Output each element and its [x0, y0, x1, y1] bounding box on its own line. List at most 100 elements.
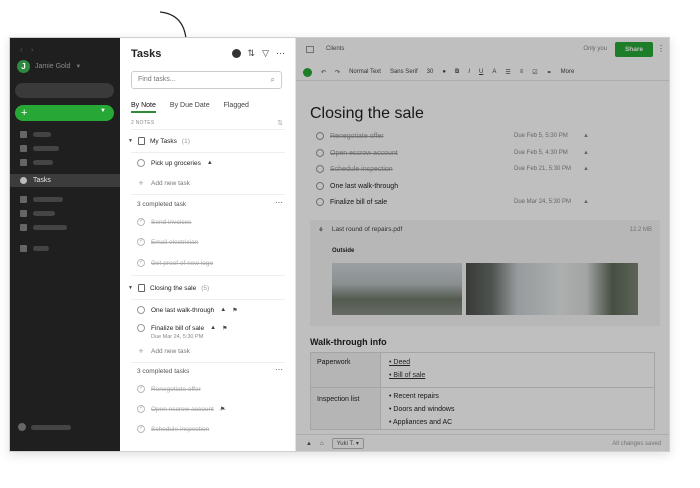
task-item[interactable]: Renegotiate offer	[137, 384, 201, 393]
editor-task[interactable]: Renegotiate offer Due Feb 5, 5:30 PM ▲	[316, 132, 646, 140]
task-due-date: Due Mar 24, 5:30 PM	[514, 199, 572, 205]
sidebar-search[interactable]	[15, 83, 114, 98]
sidebar-item-notebooks[interactable]	[10, 193, 120, 206]
more-icon[interactable]: ⋯	[275, 365, 283, 374]
add-task-button[interactable]: + Add new task	[137, 346, 190, 356]
task-checkbox[interactable]	[316, 182, 324, 190]
editor-task[interactable]: Finalize bill of sale Due Mar 24, 5:30 P…	[316, 198, 646, 206]
task-group-my-tasks[interactable]: ▼ My Tasks (1)	[128, 137, 190, 145]
font-select[interactable]: Sans Serif	[390, 69, 418, 75]
task-checkbox[interactable]	[137, 324, 145, 332]
tab-flagged[interactable]: Flagged	[224, 102, 249, 113]
undo-icon[interactable]: ↶	[321, 69, 326, 76]
assign-icon[interactable]	[231, 48, 241, 58]
expand-icon[interactable]	[306, 45, 314, 53]
divider	[131, 194, 285, 195]
task-checkbox[interactable]	[316, 149, 324, 157]
checklist-icon[interactable]: ☑	[532, 69, 537, 76]
task-group-closing-the-sale[interactable]: ▼ Closing the sale (5)	[128, 284, 209, 292]
sidebar-item-home[interactable]	[10, 128, 120, 141]
add-task-button[interactable]: + Add new task	[137, 179, 190, 188]
task-checkbox[interactable]	[137, 404, 145, 413]
share-button[interactable]: Share	[615, 42, 653, 57]
insert-icon[interactable]	[303, 67, 312, 77]
underline-icon[interactable]: U	[479, 69, 483, 75]
notebook-breadcrumb[interactable]: Clients	[326, 46, 344, 52]
text-style-select[interactable]: Normal Text	[349, 69, 381, 75]
completed-toggle[interactable]: 3 completed tasks	[137, 368, 189, 375]
task-item[interactable]: Email electrician	[137, 237, 198, 246]
people-icon	[20, 224, 27, 231]
note-title[interactable]: Closing the sale	[310, 105, 424, 123]
plus-icon: +	[138, 346, 144, 356]
bullet-list-icon[interactable]: ☰	[505, 69, 510, 76]
italic-icon[interactable]: I	[468, 69, 470, 75]
editor-task[interactable]: One last walk-through	[316, 182, 646, 190]
task-checkbox[interactable]	[137, 384, 145, 393]
table-cell: Inspection list	[311, 388, 381, 429]
bold-icon[interactable]: B	[455, 69, 459, 75]
redo-icon[interactable]: ↷	[335, 69, 340, 76]
sort-icon[interactable]: ⇅	[277, 119, 283, 127]
more-formatting[interactable]: More	[561, 69, 575, 75]
search-input[interactable]: Find tasks... ⌕	[131, 71, 282, 89]
sidebar-item-tags[interactable]	[10, 207, 120, 220]
task-item[interactable]: Send invoices	[137, 217, 191, 226]
task-checkbox[interactable]	[316, 165, 324, 173]
task-item[interactable]: Open escrow account ⚑	[137, 404, 225, 413]
task-checkbox[interactable]	[137, 258, 145, 267]
task-checkbox[interactable]	[137, 424, 145, 433]
tag-icon[interactable]: ⌂	[320, 441, 324, 447]
task-item[interactable]: Get proof of new logo	[137, 258, 213, 267]
completed-toggle[interactable]: 3 completed task	[137, 201, 186, 208]
task-label: One last walk-through	[151, 306, 215, 314]
task-item[interactable]: One last walk-through ▲ ⚑	[137, 306, 238, 314]
link-icon[interactable]: ⚭	[547, 69, 552, 76]
more-icon[interactable]: ⋯	[275, 198, 283, 207]
sidebar-item-notes[interactable]	[10, 156, 120, 169]
more-icon[interactable]: ⋮	[657, 44, 665, 53]
task-checkbox[interactable]	[137, 306, 145, 314]
sidebar-item-trash[interactable]	[10, 242, 120, 255]
font-size-select[interactable]: 30	[427, 69, 434, 75]
table-link[interactable]: • Bill of sale	[389, 372, 425, 379]
filter-icon[interactable]: ▽	[262, 48, 269, 58]
more-icon[interactable]: ⋯	[276, 48, 285, 58]
table-link[interactable]: • Deed	[389, 359, 410, 366]
reminder-icon[interactable]: ▲	[306, 441, 312, 447]
sidebar-item-shortcuts[interactable]	[10, 142, 120, 155]
editor-task[interactable]: Schedule inspection Due Feb 21, 5:30 PM …	[316, 165, 646, 173]
tab-by-due-date[interactable]: By Due Date	[170, 102, 210, 113]
color-icon[interactable]: ●	[442, 69, 446, 75]
task-label: Open escrow account	[330, 149, 398, 157]
divider	[131, 275, 285, 276]
pdf-attachment[interactable]: ⚘ Last round of repairs.pdf 12.2 MB Outs…	[310, 220, 660, 326]
task-checkbox[interactable]	[137, 217, 145, 226]
highlight-icon[interactable]: A	[492, 69, 496, 75]
task-checkbox[interactable]	[137, 159, 145, 167]
note-icon	[137, 137, 145, 145]
user-menu[interactable]: J Jamie Gold ▼	[17, 60, 81, 73]
task-item[interactable]: Finalize bill of sale ▲ ⚑	[137, 324, 227, 332]
task-checkbox[interactable]	[316, 132, 324, 140]
sidebar-footer[interactable]	[18, 422, 114, 432]
editor-task[interactable]: Open escrow account Due Feb 5, 4:30 PM ▲	[316, 149, 646, 157]
window-controls[interactable]: ‹ ›	[20, 45, 37, 54]
task-item[interactable]: Pick up groceries ▲	[137, 159, 213, 167]
tab-by-note[interactable]: By Note	[131, 102, 156, 113]
reminder-icon: ▲	[583, 199, 589, 205]
task-label: Finalize bill of sale	[330, 198, 388, 206]
numbered-list-icon[interactable]: ≡	[520, 69, 524, 75]
sort-icon[interactable]: ⇅	[248, 48, 256, 58]
group-count: (5)	[201, 284, 210, 292]
sidebar-item-tasks[interactable]: Tasks	[10, 174, 120, 187]
sidebar-placeholder	[33, 225, 67, 230]
task-checkbox[interactable]	[137, 237, 145, 246]
new-note-button[interactable]: + ▼	[15, 105, 114, 121]
assignee-tag[interactable]: Yuki T. ▾	[331, 438, 364, 449]
attachment-size: 12.2 MB	[629, 227, 652, 233]
task-item[interactable]: Schedule inspection	[137, 424, 209, 433]
sidebar-item-shared[interactable]	[10, 221, 120, 234]
task-checkbox[interactable]	[316, 198, 324, 206]
attachment-caption: Outside	[332, 248, 355, 254]
